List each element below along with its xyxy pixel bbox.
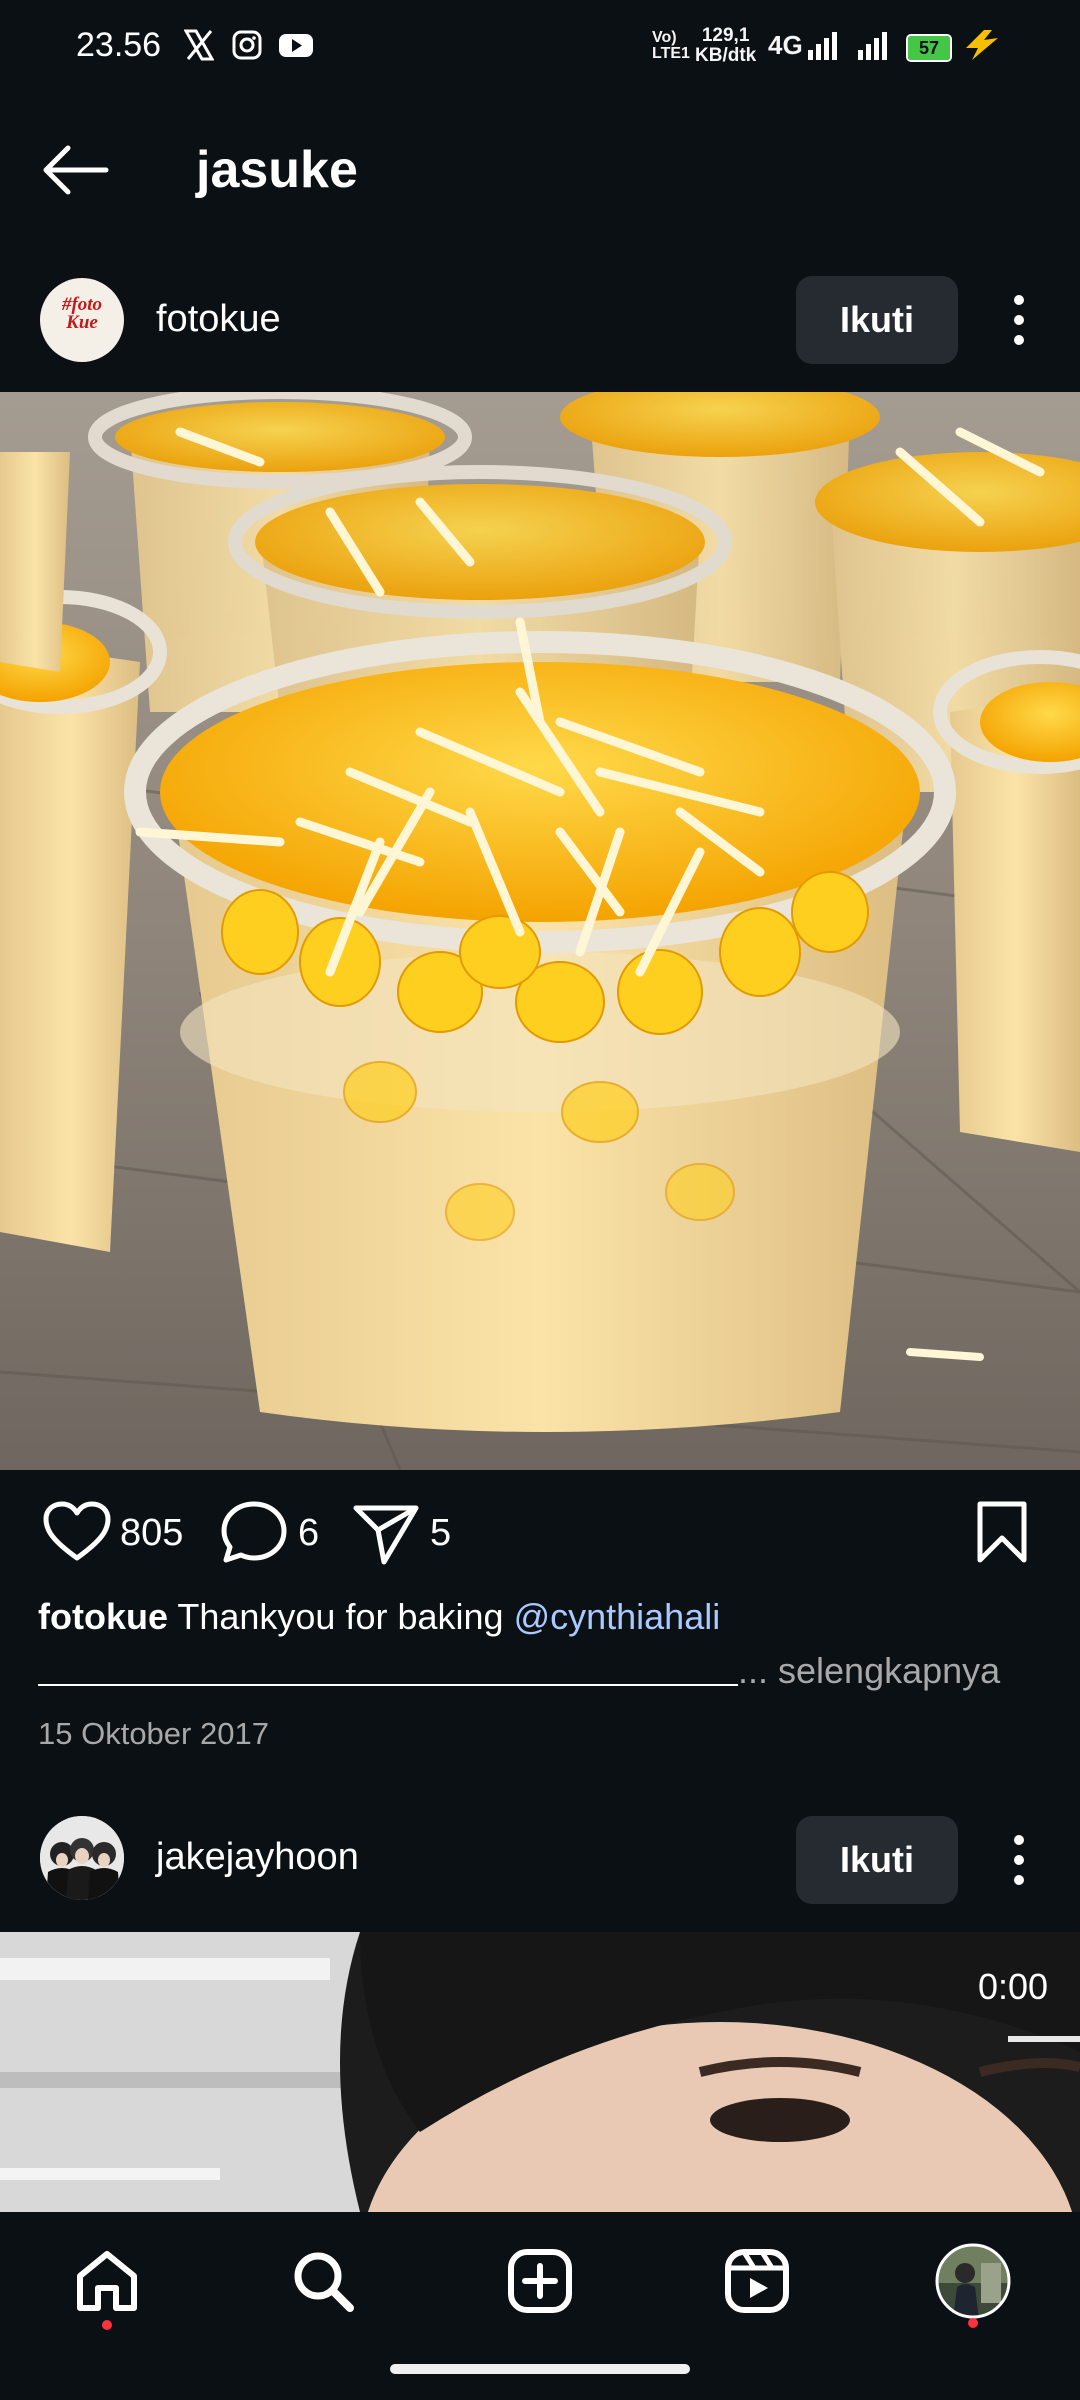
shares-count[interactable]: 5 <box>430 1512 451 1555</box>
page-title: jasuke <box>196 141 358 199</box>
status-time: 23.56 <box>76 26 162 64</box>
caption-more-link[interactable]: ... selengkapnya <box>738 1650 1000 1692</box>
signal-icon-2 <box>858 32 887 60</box>
nav-create[interactable] <box>495 2236 585 2326</box>
status-bar: 23.56 Vo) LTE1 129,1 KB/dtk 4G 57 <box>0 0 1080 96</box>
nav-reels[interactable] <box>712 2236 802 2326</box>
like-heart-icon[interactable] <box>42 1500 112 1564</box>
nav-profile[interactable] <box>928 2236 1018 2326</box>
comments-count[interactable]: 6 <box>298 1512 319 1555</box>
battery-icon: 57 <box>906 34 952 62</box>
reels-icon <box>725 2249 789 2313</box>
profile-notification-dot <box>968 2318 978 2328</box>
x-icon <box>184 29 214 61</box>
charging-icon <box>966 30 998 60</box>
post-date: 15 Oktober 2017 <box>38 1716 269 1751</box>
share-icon[interactable] <box>352 1500 420 1566</box>
instagram-icon <box>232 30 262 60</box>
caption-username[interactable]: fotokue <box>38 1596 168 1637</box>
caption-divider <box>38 1684 738 1686</box>
comment-icon[interactable] <box>220 1500 288 1566</box>
avatar-logo-text-2: Kue <box>66 312 98 333</box>
post-username-2[interactable]: jakejayhoon <box>156 1836 359 1879</box>
home-notification-dot <box>102 2320 112 2330</box>
home-icon <box>77 2251 137 2311</box>
video-timestamp: 0:00 <box>978 1966 1049 2007</box>
create-icon <box>508 2249 572 2313</box>
post-username[interactable]: fotokue <box>156 298 281 341</box>
follow-button-2[interactable]: Ikuti <box>796 1816 958 1904</box>
youtube-icon <box>279 34 313 57</box>
more-options-icon[interactable] <box>999 290 1039 350</box>
caption-text: Thankyou for baking <box>168 1596 514 1637</box>
signal-icon <box>808 32 837 60</box>
video-progress-bar[interactable] <box>1008 2036 1080 2042</box>
post-caption: fotokue Thankyou for baking @cynthiahali <box>38 1596 720 1638</box>
back-arrow-icon[interactable] <box>36 140 116 200</box>
network-speed: 129,1 KB/dtk <box>695 25 757 66</box>
nav-search[interactable] <box>278 2236 368 2326</box>
battery-level: 57 <box>908 36 950 60</box>
follow-button[interactable]: Ikuti <box>796 276 958 364</box>
post-video[interactable] <box>0 1932 1080 2212</box>
bookmark-icon[interactable] <box>974 1500 1030 1564</box>
profile-avatar <box>935 2243 1011 2319</box>
header <box>0 96 1080 246</box>
volte-indicator: Vo) LTE1 <box>652 29 690 62</box>
avatar-jakejayhoon[interactable] <box>40 1816 124 1900</box>
more-options-icon-2[interactable] <box>999 1830 1039 1890</box>
home-indicator[interactable] <box>390 2364 690 2374</box>
likes-count[interactable]: 805 <box>120 1512 183 1555</box>
network-type: 4G <box>768 30 803 60</box>
post-image[interactable] <box>0 392 1080 1470</box>
search-icon <box>294 2252 354 2312</box>
caption-mention[interactable]: @cynthiahali <box>514 1596 721 1637</box>
nav-home[interactable] <box>62 2236 152 2326</box>
avatar[interactable]: #foto Kue <box>40 278 124 362</box>
